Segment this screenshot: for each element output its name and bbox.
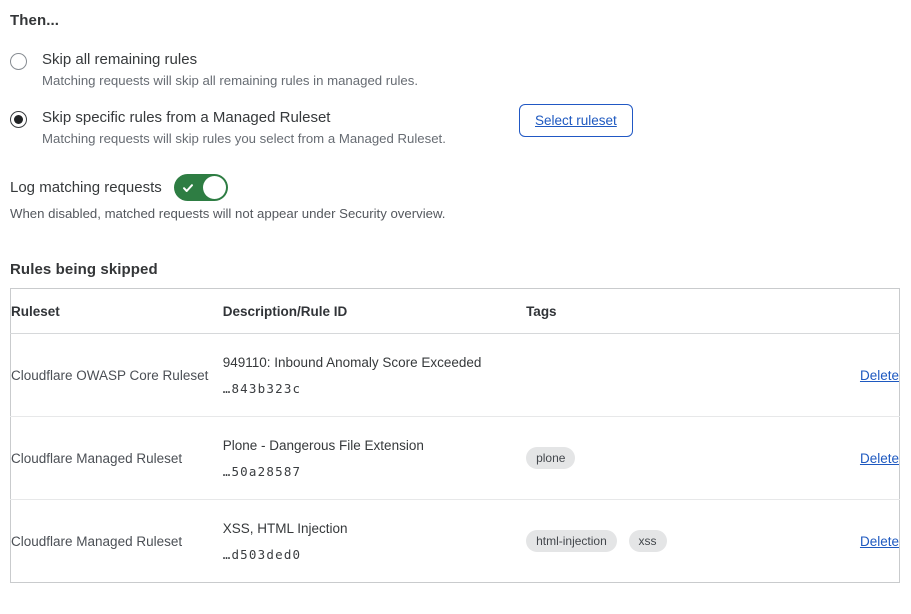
action-options: Skip all remaining rules Matching reques… (10, 51, 900, 146)
log-matching-requests-row: Log matching requests (10, 174, 900, 201)
then-heading: Then... (10, 12, 900, 29)
tags-cell (526, 334, 758, 417)
description-cell: XSS, HTML Injection …d503ded0 (223, 500, 526, 583)
option-text: Skip all remaining rules Matching reques… (42, 51, 418, 88)
option-skip-specific-rules: Skip specific rules from a Managed Rules… (10, 109, 900, 146)
option-label[interactable]: Skip all remaining rules (42, 51, 418, 68)
column-header-tags: Tags (526, 289, 758, 334)
description-cell: Plone - Dangerous File Extension …50a285… (223, 417, 526, 500)
table-header-row: Ruleset Description/Rule ID Tags (11, 289, 900, 334)
column-header-description: Description/Rule ID (223, 289, 526, 334)
radio-skip-specific-rules[interactable] (10, 111, 27, 128)
option-skip-all-rules: Skip all remaining rules Matching reques… (10, 51, 900, 88)
log-toggle-label: Log matching requests (10, 179, 162, 196)
tag-pill: html-injection (526, 530, 617, 552)
option-label[interactable]: Skip specific rules from a Managed Rules… (42, 109, 446, 126)
column-header-actions (758, 289, 899, 334)
rule-id: …50a28587 (223, 464, 526, 479)
table-row: Cloudflare Managed Ruleset XSS, HTML Inj… (11, 500, 900, 583)
log-toggle-description: When disabled, matched requests will not… (10, 206, 900, 221)
actions-cell: Delete (758, 334, 899, 417)
description-cell: 949110: Inbound Anomaly Score Exceeded …… (223, 334, 526, 417)
ruleset-cell: Cloudflare Managed Ruleset (11, 417, 223, 500)
ruleset-cell: Cloudflare OWASP Core Ruleset (11, 334, 223, 417)
check-icon (182, 181, 194, 199)
tag-pill: xss (629, 530, 667, 552)
radio-skip-all-rules[interactable] (10, 53, 27, 70)
column-header-ruleset: Ruleset (11, 289, 223, 334)
tags-cell: html-injection xss (526, 500, 758, 583)
actions-cell: Delete (758, 500, 899, 583)
ruleset-cell: Cloudflare Managed Ruleset (11, 500, 223, 583)
rule-id: …d503ded0 (223, 547, 526, 562)
actions-cell: Delete (758, 417, 899, 500)
rule-description: Plone - Dangerous File Extension (223, 437, 526, 455)
rules-skipped-table: Ruleset Description/Rule ID Tags Cloudfl… (10, 288, 900, 583)
delete-link[interactable]: Delete (860, 534, 899, 549)
tag-pill: plone (526, 447, 575, 469)
log-toggle[interactable] (174, 174, 228, 201)
table-row: Cloudflare OWASP Core Ruleset 949110: In… (11, 334, 900, 417)
delete-link[interactable]: Delete (860, 451, 899, 466)
option-description: Matching requests will skip all remainin… (42, 73, 418, 88)
tags-cell: plone (526, 417, 758, 500)
rule-id: …843b323c (223, 381, 526, 396)
rules-skipped-heading: Rules being skipped (10, 261, 900, 278)
option-text: Skip specific rules from a Managed Rules… (42, 109, 446, 146)
option-description: Matching requests will skip rules you se… (42, 131, 446, 146)
table-row: Cloudflare Managed Ruleset Plone - Dange… (11, 417, 900, 500)
waf-exception-panel: Then... Skip all remaining rules Matchin… (0, 0, 911, 583)
toggle-knob (203, 176, 226, 199)
delete-link[interactable]: Delete (860, 368, 899, 383)
rule-description: 949110: Inbound Anomaly Score Exceeded (223, 354, 526, 372)
select-ruleset-button[interactable]: Select ruleset (519, 104, 633, 137)
rule-description: XSS, HTML Injection (223, 520, 526, 538)
